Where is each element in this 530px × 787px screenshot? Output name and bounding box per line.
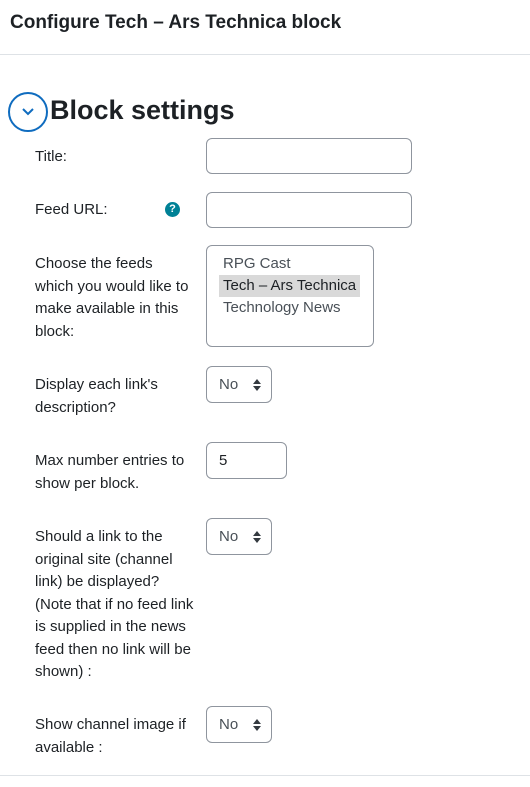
select-value: No xyxy=(219,716,239,733)
select-value: No xyxy=(219,528,239,545)
max-entries-label: Max number entries to show per block. xyxy=(35,452,185,492)
display-description-label: Display each link's description? xyxy=(35,376,158,416)
max-entries-field[interactable]: 5 xyxy=(206,442,287,479)
feed-option-selected[interactable]: Tech – Ars Technica xyxy=(219,275,361,297)
channel-image-label: Show channel image if available : xyxy=(35,716,186,756)
collapse-section-button[interactable] xyxy=(8,92,48,132)
feed-option[interactable]: Technology News xyxy=(219,297,361,319)
select-value: No xyxy=(219,376,239,393)
sort-arrows-icon xyxy=(253,531,261,543)
chevron-down-icon xyxy=(22,108,34,116)
channel-link-label: Should a link to the original site (chan… xyxy=(35,528,194,680)
feed-option[interactable]: RPG Cast xyxy=(219,253,361,275)
section-title: Block settings xyxy=(50,95,235,125)
title-label: Title: xyxy=(35,148,67,165)
feed-url-field[interactable] xyxy=(206,192,412,228)
divider xyxy=(0,775,530,776)
choose-feeds-label: Choose the feeds which you would like to… xyxy=(35,255,189,340)
sort-arrows-icon xyxy=(253,719,261,731)
title-field[interactable] xyxy=(206,138,412,174)
page-header: Configure Tech – Ars Technica block xyxy=(0,0,530,55)
help-icon[interactable]: ? xyxy=(165,202,180,217)
sort-arrows-icon xyxy=(253,379,261,391)
channel-link-select[interactable]: No xyxy=(206,518,272,555)
page-title: Configure Tech – Ars Technica block xyxy=(10,12,342,33)
channel-image-select[interactable]: No xyxy=(206,706,272,743)
feeds-multi-select[interactable]: RPG Cast Tech – Ars Technica Technology … xyxy=(206,245,374,347)
display-description-select[interactable]: No xyxy=(206,366,272,403)
